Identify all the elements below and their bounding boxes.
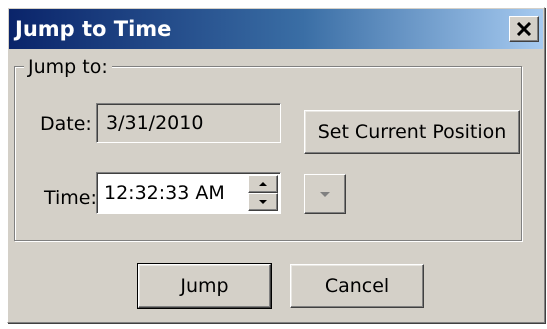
time-field[interactable]: 12:32:33 AM (96, 172, 281, 214)
dialog-title: Jump to Time (15, 17, 172, 41)
title-bar[interactable]: Jump to Time (9, 9, 543, 49)
spin-up-button[interactable] (248, 175, 278, 193)
date-field[interactable]: 3/31/2010 (96, 103, 281, 143)
groupbox-legend: Jump to: (24, 56, 112, 78)
cancel-button[interactable]: Cancel (290, 264, 424, 308)
time-label: Time: (44, 187, 97, 209)
spin-down-button[interactable] (248, 193, 278, 211)
arrow-down-icon (259, 200, 267, 204)
set-current-position-button[interactable]: Set Current Position (304, 110, 520, 154)
date-label: Date: (40, 113, 92, 135)
close-icon (516, 22, 532, 36)
arrow-up-icon (259, 182, 267, 186)
chevron-down-icon (320, 191, 330, 197)
jump-button[interactable]: Jump (137, 263, 272, 309)
close-button[interactable] (509, 16, 539, 42)
time-value: 12:32:33 AM (104, 182, 225, 204)
time-dropdown-button[interactable] (304, 174, 346, 214)
